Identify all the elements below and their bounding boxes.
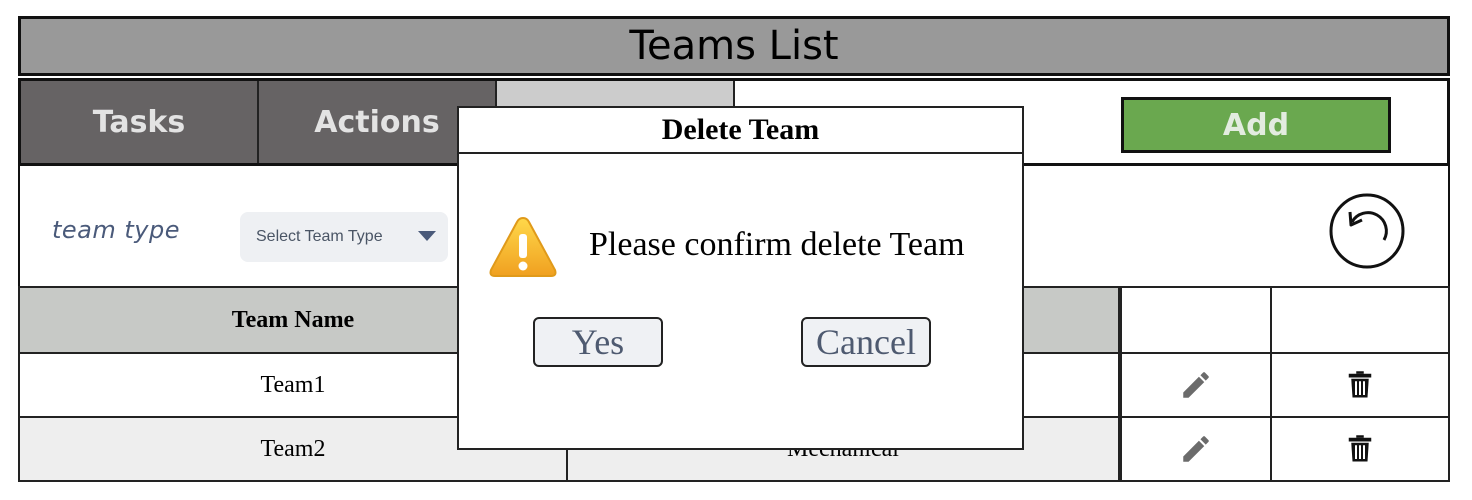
delete-button[interactable]: [1270, 352, 1450, 418]
trash-icon: [1348, 371, 1372, 398]
trash-icon: [1348, 435, 1372, 462]
title-bar: Teams List: [18, 16, 1450, 76]
yes-button[interactable]: Yes: [533, 317, 663, 367]
column-header-edit: [1120, 286, 1272, 354]
pencil-icon: [1183, 436, 1209, 462]
edit-button[interactable]: [1120, 416, 1272, 482]
column-header-delete: [1270, 286, 1450, 354]
cancel-button[interactable]: Cancel: [801, 317, 931, 367]
edit-button[interactable]: [1120, 352, 1272, 418]
warning-icon: [489, 216, 557, 277]
dialog-title: Delete Team: [459, 108, 1022, 154]
team-type-select-value: Select Team Type: [256, 228, 383, 245]
pencil-icon: [1183, 372, 1209, 398]
delete-team-dialog: Delete Team Please confirm delete Team Y…: [457, 106, 1024, 450]
delete-button[interactable]: [1270, 416, 1450, 482]
page-title: Teams List: [629, 23, 839, 69]
dialog-message: Please confirm delete Team: [589, 226, 965, 263]
team-type-select[interactable]: Select Team Type: [240, 212, 448, 262]
team-type-label: team type: [52, 216, 181, 244]
chevron-down-icon: [418, 231, 436, 241]
undo-icon[interactable]: [1328, 192, 1406, 270]
add-button[interactable]: Add: [1121, 97, 1391, 153]
tab-tasks[interactable]: Tasks: [21, 81, 259, 163]
